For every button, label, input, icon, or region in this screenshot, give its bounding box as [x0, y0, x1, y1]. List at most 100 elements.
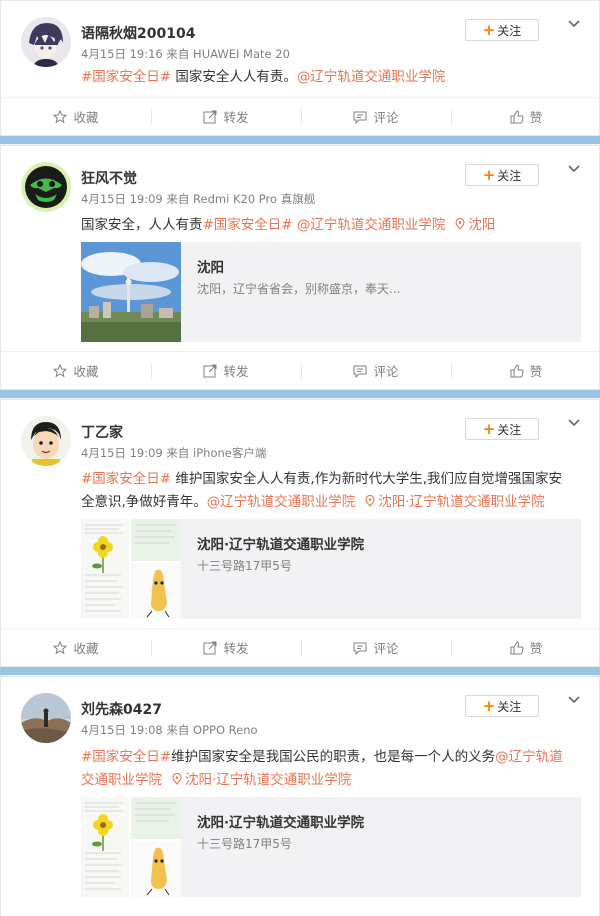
mention-link[interactable]: 交通职业学院 — [81, 772, 162, 788]
location-photo — [81, 519, 181, 619]
like-label: 赞 — [529, 641, 543, 656]
favorite-button[interactable]: 收藏 — [1, 352, 151, 389]
location-card[interactable]: 沈阳·辽宁轨道交通职业学院 十三号路17甲5号 — [81, 519, 581, 619]
comment-label: 评论 — [373, 364, 399, 379]
like-label: 赞 — [529, 110, 543, 125]
thumbs-up-icon — [510, 109, 524, 123]
follow-label: 关注 — [497, 422, 522, 437]
star-icon — [53, 640, 68, 654]
mention-link[interactable]: @辽宁轨道交通职业学院 — [293, 217, 446, 233]
like-label: 赞 — [529, 364, 543, 379]
repost-button[interactable]: 转发 — [151, 98, 301, 135]
favorite-button[interactable]: 收藏 — [1, 629, 151, 666]
comment-button[interactable]: 评论 — [301, 98, 451, 135]
comment-label: 评论 — [373, 641, 399, 656]
location-link[interactable]: 沈阳·辽宁轨道交通职业学院 — [185, 772, 351, 788]
action-bar: 收藏 转发 评论 赞 — [1, 351, 600, 389]
location-address: 十三号路17甲5号 — [197, 837, 292, 851]
hashtag-link[interactable]: #国家安全日# — [81, 749, 171, 765]
location-pin-icon — [172, 773, 182, 785]
plus-icon: + — [482, 165, 496, 184]
city-photo — [81, 242, 181, 342]
star-icon — [53, 109, 68, 123]
follow-button[interactable]: + 关注 — [465, 695, 539, 717]
card-divider — [0, 667, 600, 675]
repost-button[interactable]: 转发 — [151, 629, 301, 666]
post-body: 国家安全人人有责。 — [171, 69, 297, 85]
post-meta: 4月15日 19:09 来自 Redmi K20 Pro 真旗舰 — [81, 192, 316, 206]
post-card: 狂风不觉 4月15日 19:09 来自 Redmi K20 Pro 真旗舰 + 关… — [0, 145, 600, 390]
repost-button[interactable]: 转发 — [151, 352, 301, 389]
chevron-down-icon[interactable] — [567, 418, 581, 428]
hashtag-link[interactable]: #国家安全日# — [81, 69, 171, 85]
favorite-button[interactable]: 收藏 — [1, 98, 151, 135]
like-button[interactable]: 赞 — [451, 352, 600, 389]
favorite-label: 收藏 — [73, 641, 99, 656]
hashtag-link[interactable]: #国家安全日# — [203, 217, 293, 233]
comment-icon — [353, 111, 367, 124]
like-button[interactable]: 赞 — [451, 629, 600, 666]
comment-button[interactable]: 评论 — [301, 352, 451, 389]
action-bar: 收藏 转发 评论 赞 — [1, 97, 600, 135]
comment-icon — [353, 365, 367, 378]
location-title: 沈阳 — [197, 260, 224, 276]
follow-label: 关注 — [497, 168, 522, 183]
post-text: #国家安全日#维护国家安全是我国公民的职责，也是每一个人的义务@辽宁轨道 交通职… — [81, 746, 581, 792]
post-body: 全意识,争做好青年。 — [81, 494, 207, 510]
username[interactable]: 丁乙家 — [81, 422, 123, 442]
location-link[interactable]: 沈阳·辽宁轨道交通职业学院 — [378, 494, 544, 510]
chevron-down-icon[interactable] — [567, 19, 581, 29]
follow-button[interactable]: + 关注 — [465, 19, 539, 41]
card-divider — [0, 136, 600, 144]
hashtag-link[interactable]: #国家安全日# — [81, 471, 171, 487]
like-button[interactable]: 赞 — [451, 98, 600, 135]
repost-label: 转发 — [223, 110, 249, 125]
location-pin-icon — [365, 495, 375, 507]
favorite-label: 收藏 — [73, 364, 99, 379]
username[interactable]: 狂风不觉 — [81, 168, 137, 188]
location-card[interactable]: 沈阳 沈阳，辽宁省省会，别称盛京，奉天... — [81, 242, 581, 342]
comment-icon — [353, 642, 367, 655]
thumbs-up-icon — [510, 640, 524, 654]
post-card: 语隔秋烟200104 4月15日 19:16 来自 HUAWEI Mate 20… — [0, 0, 600, 136]
location-link[interactable]: 沈阳 — [468, 217, 495, 233]
user-avatar[interactable] — [21, 693, 71, 743]
post-meta: 4月15日 19:09 来自 iPhone客户端 — [81, 446, 267, 460]
repost-label: 转发 — [223, 364, 249, 379]
mention-link[interactable]: @辽宁轨道交通职业学院 — [297, 69, 446, 85]
plus-icon: + — [482, 696, 496, 715]
plus-icon: + — [482, 20, 496, 39]
user-avatar[interactable] — [21, 416, 71, 466]
location-description: 沈阳，辽宁省省会，别称盛京，奉天... — [197, 282, 401, 296]
location-pin-icon — [455, 218, 465, 230]
repost-icon — [203, 110, 217, 123]
mention-link[interactable]: @辽宁轨道 — [495, 749, 563, 765]
post-text-line: #国家安全日# 维护国家安全人人有责,作为新时代大学生,我们应自觉增强国家安 — [81, 468, 581, 491]
follow-button[interactable]: + 关注 — [465, 418, 539, 440]
repost-icon — [203, 364, 217, 377]
post-card: 刘先森0427 4月15日 19:08 来自 OPPO Reno + 关注 #国家… — [0, 676, 600, 916]
location-title: 沈阳·辽宁轨道交通职业学院 — [197, 537, 365, 553]
post-body: 国家安全，人人有责 — [81, 217, 203, 233]
location-photo — [81, 797, 181, 897]
user-avatar[interactable] — [21, 17, 71, 67]
repost-label: 转发 — [223, 641, 249, 656]
follow-button[interactable]: + 关注 — [465, 164, 539, 186]
post-text: 国家安全，人人有责#国家安全日# @辽宁轨道交通职业学院 沈阳 — [81, 214, 581, 237]
post-text-line: 全意识,争做好青年。@辽宁轨道交通职业学院 沈阳·辽宁轨道交通职业学院 — [81, 491, 581, 514]
user-avatar[interactable] — [21, 162, 71, 212]
username[interactable]: 语隔秋烟200104 — [81, 23, 195, 43]
post-meta: 4月15日 19:08 来自 OPPO Reno — [81, 723, 258, 737]
chevron-down-icon[interactable] — [567, 164, 581, 174]
comment-label: 评论 — [373, 110, 399, 125]
mention-link[interactable]: @辽宁轨道交通职业学院 — [207, 494, 356, 510]
post-text: #国家安全日# 国家安全人人有责。@辽宁轨道交通职业学院 — [81, 66, 581, 89]
star-icon — [53, 363, 68, 377]
follow-label: 关注 — [497, 23, 522, 38]
action-bar: 收藏 转发 评论 赞 — [1, 628, 600, 666]
post-text: #国家安全日# 维护国家安全人人有责,作为新时代大学生,我们应自觉增强国家安 全… — [81, 468, 581, 514]
comment-button[interactable]: 评论 — [301, 629, 451, 666]
location-card[interactable]: 沈阳·辽宁轨道交通职业学院 十三号路17甲5号 — [81, 797, 581, 897]
chevron-down-icon[interactable] — [567, 695, 581, 705]
username[interactable]: 刘先森0427 — [81, 699, 162, 719]
